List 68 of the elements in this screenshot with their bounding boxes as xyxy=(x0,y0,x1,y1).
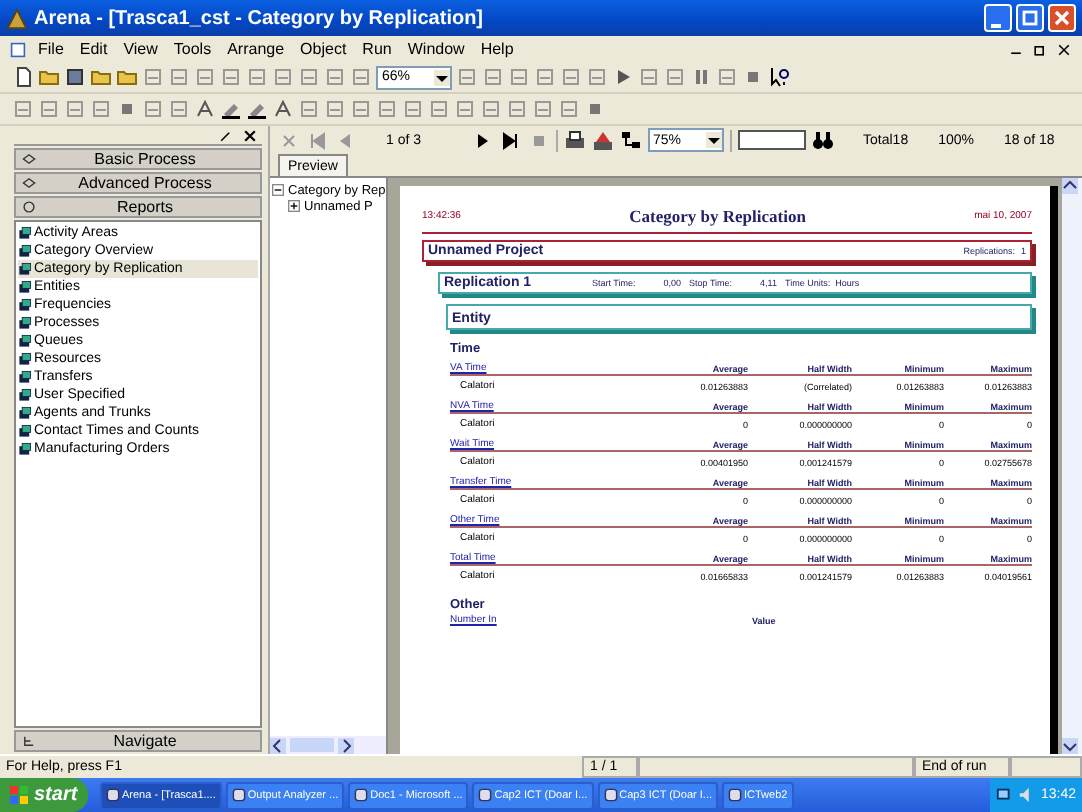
fill-icon[interactable] xyxy=(246,98,268,120)
app-icon xyxy=(478,788,493,802)
start-button[interactable]: start xyxy=(0,778,88,812)
search-field[interactable] xyxy=(737,130,806,150)
stop-icon[interactable] xyxy=(742,66,764,88)
last-page-icon[interactable] xyxy=(499,129,522,151)
close-icon[interactable] xyxy=(242,128,258,144)
menu-item[interactable]: Tools xyxy=(165,40,220,58)
scroll-right-icon[interactable] xyxy=(338,737,354,753)
status-pane xyxy=(1010,756,1082,778)
close-icon xyxy=(1052,8,1072,28)
menu-item[interactable]: Window xyxy=(399,40,473,58)
minimize-icon xyxy=(990,24,1002,28)
scroll-down-icon[interactable] xyxy=(1062,738,1078,754)
document-icon xyxy=(10,41,26,57)
folder-icon[interactable] xyxy=(38,66,60,88)
pen-icon[interactable] xyxy=(220,98,242,120)
menu-item[interactable]: Run xyxy=(354,40,400,58)
menu-item[interactable]: Edit xyxy=(71,40,116,58)
first-page-icon[interactable] xyxy=(306,129,328,151)
collapse-icon[interactable] xyxy=(272,184,284,196)
menu-item[interactable]: Object xyxy=(292,40,355,58)
close-button[interactable] xyxy=(1048,4,1076,32)
panel-bar[interactable]: Basic Process xyxy=(14,148,262,170)
menu-item[interactable]: File xyxy=(30,40,72,58)
dropdown-arrow-icon xyxy=(705,132,722,148)
minimize-button[interactable] xyxy=(984,4,1012,32)
dropdown-arrow-icon xyxy=(434,69,450,85)
binoculars-icon[interactable] xyxy=(811,129,834,151)
text-icon[interactable] xyxy=(194,98,216,120)
close-icon[interactable] xyxy=(1056,41,1072,57)
window-title: Arena - [Trasca1_cst - Category by Replication] xyxy=(34,7,486,29)
tree-icon[interactable] xyxy=(619,129,642,151)
help-icon[interactable] xyxy=(768,66,790,88)
scroll-up-icon[interactable] xyxy=(1062,178,1078,194)
app-icon xyxy=(603,788,618,802)
letter-icon[interactable] xyxy=(272,98,294,120)
menu-item[interactable]: View xyxy=(115,40,166,58)
navigate-bar[interactable]: Navigate xyxy=(14,730,262,752)
windows-logo xyxy=(10,786,28,804)
document-icon[interactable] xyxy=(12,66,34,88)
play-icon[interactable] xyxy=(612,66,634,88)
report-title: Category by Replication xyxy=(629,206,806,226)
square-icon[interactable] xyxy=(584,98,606,120)
panel-bar[interactable]: Reports xyxy=(14,196,262,218)
square-icon[interactable] xyxy=(116,98,138,120)
app-icon xyxy=(106,788,120,802)
expand-icon[interactable] xyxy=(288,200,300,212)
app-icon xyxy=(354,788,369,802)
folder-icon[interactable] xyxy=(90,66,112,88)
app-icon xyxy=(6,7,28,29)
folder-icon[interactable] xyxy=(116,66,138,88)
scroll-left-icon[interactable] xyxy=(270,737,286,753)
app-icon xyxy=(231,788,246,802)
panel-bar[interactable]: Advanced Process xyxy=(14,172,262,194)
navigate-icon xyxy=(22,734,36,748)
export-icon[interactable] xyxy=(591,129,614,151)
pause-icon[interactable] xyxy=(690,66,712,88)
maximize-icon xyxy=(1020,8,1040,28)
menu-item[interactable]: Help xyxy=(472,40,522,58)
maximize-button[interactable] xyxy=(1016,4,1044,32)
vertical-scrollbar[interactable] xyxy=(1062,178,1082,754)
network-icon[interactable] xyxy=(996,786,1015,804)
pin-icon[interactable] xyxy=(218,128,234,144)
menu-item[interactable]: Arrange xyxy=(219,40,293,58)
horizontal-scrollbar[interactable] xyxy=(270,736,386,754)
restore-icon[interactable] xyxy=(1032,41,1048,57)
app-icon xyxy=(728,788,742,802)
